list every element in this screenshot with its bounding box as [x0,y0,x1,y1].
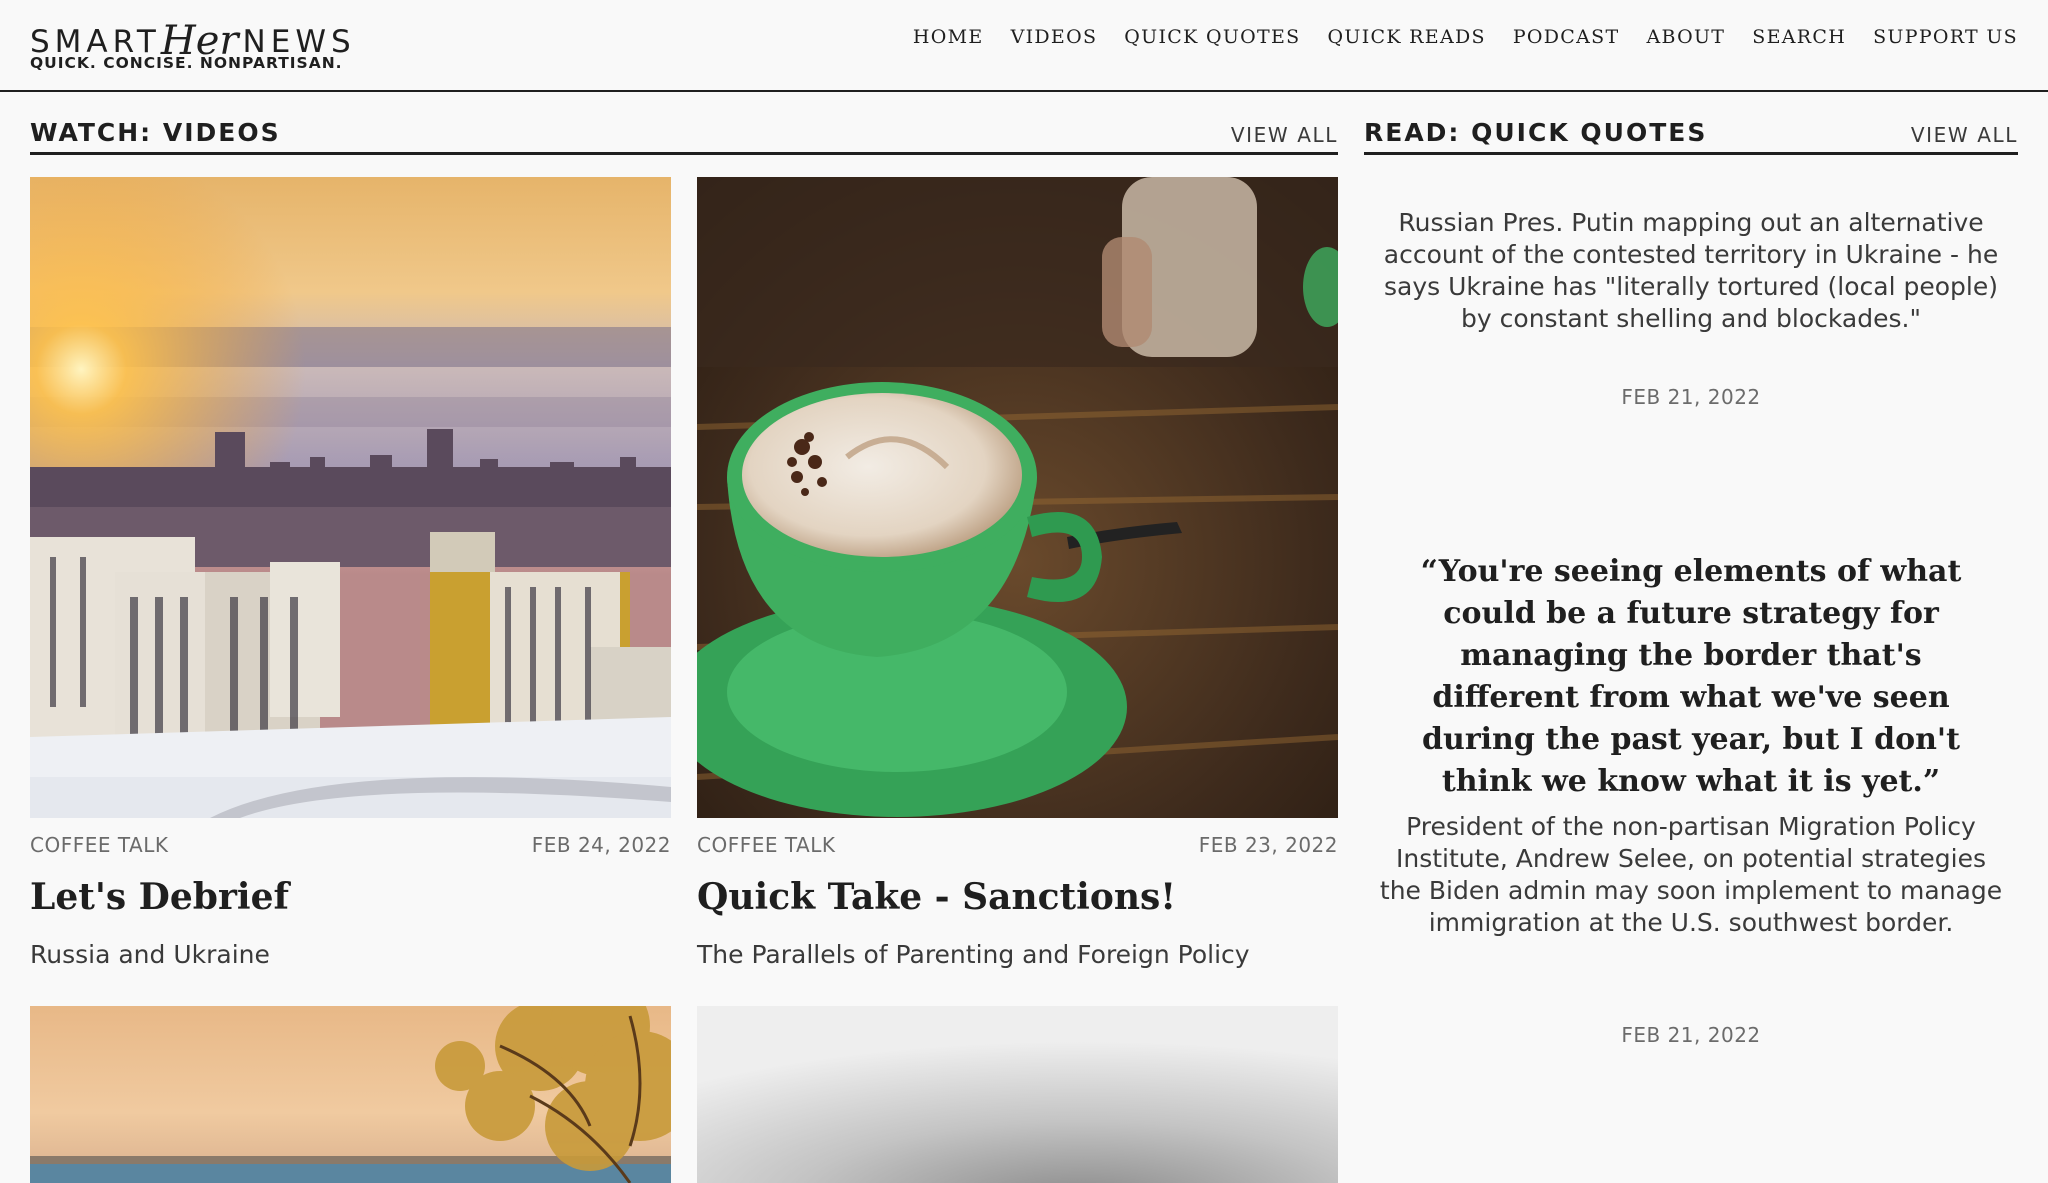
quote-summary: President of the non-partisan Migration … [1379,812,2003,937]
quotes-heading: READ: QUICK QUOTES [1364,118,1708,147]
video-date: FEB 24, 2022 [531,833,671,857]
videos-view-all-link[interactable]: VIEW ALL [1231,123,1338,147]
quote-summary[interactable]: Russian Pres. Putin mapping out an alter… [1378,207,2004,335]
gray-blur-image [697,1006,1338,1183]
video-category[interactable]: COFFEE TALK [697,833,835,857]
video-title[interactable]: Let's Debrief [30,876,671,918]
video-thumbnail-lake-tree[interactable] [30,1006,671,1183]
video-thumbnail-coffee-cup[interactable] [697,177,1338,818]
quote-date: FEB 21, 2022 [1621,385,1761,409]
main-nav: HOME VIDEOS QUICK QUOTES QUICK READS POD… [913,26,2018,48]
nav-home[interactable]: HOME [913,26,984,48]
quotes-view-all-link[interactable]: VIEW ALL [1911,123,2018,147]
video-category[interactable]: COFFEE TALK [30,833,168,857]
nav-podcast[interactable]: PODCAST [1513,26,1620,48]
nav-videos[interactable]: VIDEOS [1011,26,1098,48]
video-thumbnail-city-sunset[interactable] [30,177,671,818]
city-sunset-image [30,177,671,818]
video-subtitle: Russia and Ukraine [30,940,270,969]
videos-heading: WATCH: VIDEOS [30,118,281,147]
videos-section-header: WATCH: VIDEOS VIEW ALL [30,114,1338,155]
video-title[interactable]: Quick Take - Sanctions! [697,876,1338,918]
quote-date: FEB 21, 2022 [1621,1023,1761,1047]
video-meta: COFFEE TALK FEB 24, 2022 [30,818,671,868]
logo-tagline: QUICK. CONCISE. NONPARTISAN. [30,54,343,72]
quote-text[interactable]: “You're seeing elements of what could be… [1388,551,1994,803]
nav-quick-quotes[interactable]: QUICK QUOTES [1124,26,1300,48]
video-subtitle: The Parallels of Parenting and Foreign P… [697,940,1250,969]
video-date: FEB 23, 2022 [1198,833,1338,857]
nav-support-us[interactable]: SUPPORT US [1873,26,2018,48]
nav-search[interactable]: SEARCH [1752,26,1846,48]
video-thumbnail-gray-blur[interactable] [697,1006,1338,1183]
video-card[interactable]: COFFEE TALK FEB 24, 2022 Let's Debrief R… [30,177,671,969]
nav-quick-reads[interactable]: QUICK READS [1328,26,1486,48]
quotes-section-header: READ: QUICK QUOTES VIEW ALL [1364,114,2018,155]
site-header: SMARTHer NEWS QUICK. CONCISE. NONPARTISAN… [0,0,2048,92]
video-meta: COFFEE TALK FEB 23, 2022 [697,818,1338,868]
video-card[interactable]: COFFEE TALK FEB 23, 2022 Quick Take - Sa… [697,177,1338,969]
site-logo[interactable]: SMARTHer NEWS QUICK. CONCISE. NONPARTISAN… [30,6,351,76]
lake-autumn-tree-image [30,1006,671,1183]
green-coffee-cup-image [697,177,1338,818]
nav-about[interactable]: ABOUT [1646,26,1725,48]
